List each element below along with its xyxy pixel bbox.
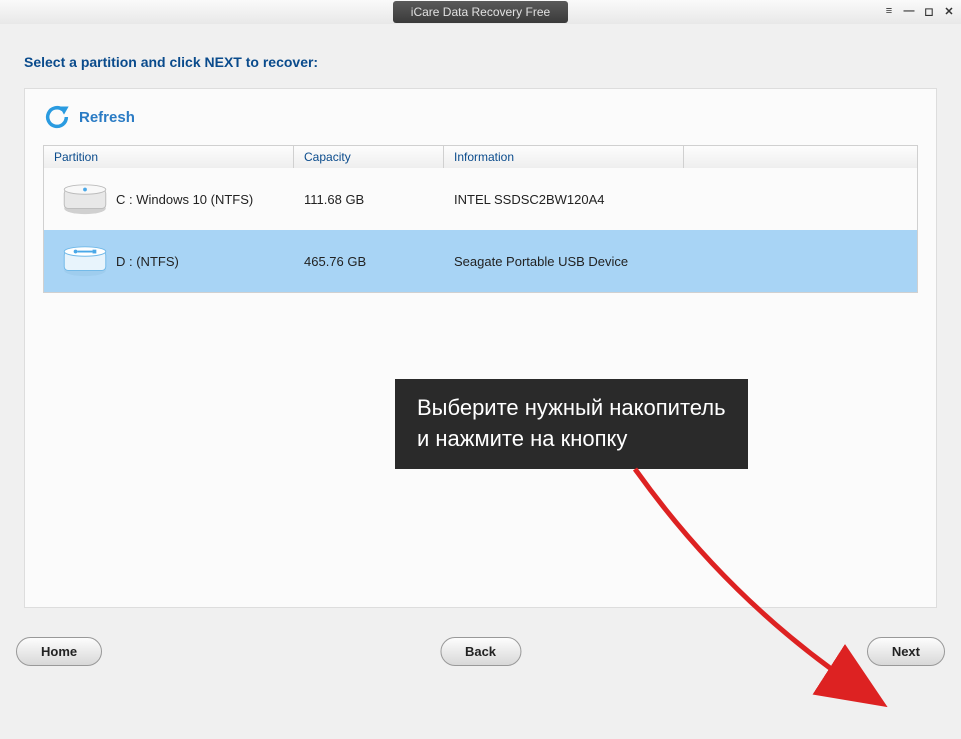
grid-header: Partition Capacity Information [44,146,917,168]
footer: Home Back Next [0,637,961,666]
menu-icon[interactable]: ≡ [883,5,895,18]
refresh-label: Refresh [79,109,135,126]
annotation-tooltip: Выберите нужный накопитель и нажмите на … [395,379,748,469]
info-value: Seagate Portable USB Device [444,250,684,273]
capacity-value: 111.68 GB [294,188,444,211]
col-spacer [684,146,917,168]
partition-name: C : Windows 10 (NTFS) [116,192,253,207]
partition-name: D : (NTFS) [116,254,179,269]
col-information[interactable]: Information [444,146,684,168]
capacity-value: 465.76 GB [294,250,444,273]
next-button[interactable]: Next [867,637,945,666]
main-panel: Refresh Partition Capacity Information C… [24,88,937,608]
hdd-icon [62,182,108,216]
window-controls: ≡ — ◻ ✕ [883,5,955,18]
title-bar: iCare Data Recovery Free ≡ — ◻ ✕ [0,0,961,24]
usb-hdd-icon [62,244,108,278]
close-icon[interactable]: ✕ [943,5,955,18]
col-partition[interactable]: Partition [44,146,294,168]
home-button[interactable]: Home [16,637,102,666]
table-row[interactable]: C : Windows 10 (NTFS) 111.68 GB INTEL SS… [44,168,917,230]
table-row[interactable]: D : (NTFS) 465.76 GB Seagate Portable US… [44,230,917,292]
arrow-icon [595,459,935,739]
minimize-icon[interactable]: — [903,5,915,18]
back-button[interactable]: Back [440,637,521,666]
col-capacity[interactable]: Capacity [294,146,444,168]
app-title: iCare Data Recovery Free [393,1,568,23]
tooltip-line1: Выберите нужный накопитель [417,395,726,420]
partition-grid: Partition Capacity Information C : Windo… [43,145,918,293]
refresh-button[interactable]: Refresh [25,89,936,145]
tooltip-line2: и нажмите на кнопку [417,426,627,451]
maximize-icon[interactable]: ◻ [923,5,935,18]
refresh-icon [43,103,71,131]
info-value: INTEL SSDSC2BW120A4 [444,188,684,211]
instruction-text: Select a partition and click NEXT to rec… [0,24,961,88]
